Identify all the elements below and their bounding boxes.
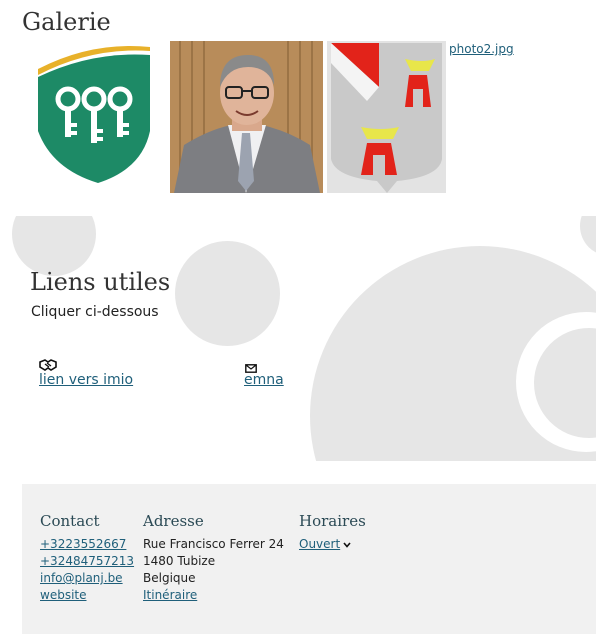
hours-status[interactable]: Ouvert xyxy=(299,537,340,551)
gallery-image-portrait[interactable] xyxy=(170,41,323,193)
hours-toggle[interactable]: Ouvert xyxy=(299,536,366,553)
footer: Contact +3223552667 +32484757213 info@pl… xyxy=(22,484,596,634)
website-link[interactable]: website xyxy=(40,588,87,602)
phone-link-2[interactable]: +32484757213 xyxy=(40,554,134,568)
footer-contact: Contact +3223552667 +32484757213 info@pl… xyxy=(40,512,134,604)
hours-heading: Horaires xyxy=(299,512,366,530)
address-street: Rue Francisco Ferrer 24 xyxy=(143,537,284,551)
footer-hours: Horaires Ouvert xyxy=(299,512,366,553)
decor-circle xyxy=(12,216,96,276)
link-imio[interactable]: lien vers imio xyxy=(39,372,133,388)
phone-link-1[interactable]: +3223552667 xyxy=(40,537,126,551)
useful-links-section: Liens utiles Cliquer ci-dessous lien ver… xyxy=(0,216,596,461)
gallery-image-logo[interactable] xyxy=(30,41,155,193)
photo-file-link[interactable]: photo2.jpg xyxy=(449,42,514,56)
address-city: 1480 Tubize xyxy=(143,554,216,568)
keys-logo-image xyxy=(38,45,150,183)
email-link[interactable]: info@planj.be xyxy=(40,571,123,585)
decor-circle xyxy=(175,241,280,346)
address-heading: Adresse xyxy=(143,512,204,530)
coat-of-arms-image xyxy=(327,41,446,193)
contact-heading: Contact xyxy=(40,512,100,530)
portrait-photo-image xyxy=(170,41,323,193)
useful-links-title: Liens utiles xyxy=(30,268,171,296)
gallery-image-crest[interactable] xyxy=(327,41,446,193)
link-emna[interactable]: emna xyxy=(244,372,284,388)
gallery-title: Galerie xyxy=(22,8,111,36)
decor-circle xyxy=(580,216,596,256)
address-country: Belgique xyxy=(143,571,196,585)
footer-address: Adresse Rue Francisco Ferrer 24 1480 Tub… xyxy=(143,512,284,604)
useful-links-subtitle: Cliquer ci-dessous xyxy=(31,304,159,320)
directions-link[interactable]: Itinéraire xyxy=(143,588,197,602)
chevron-down-icon[interactable] xyxy=(343,536,351,553)
